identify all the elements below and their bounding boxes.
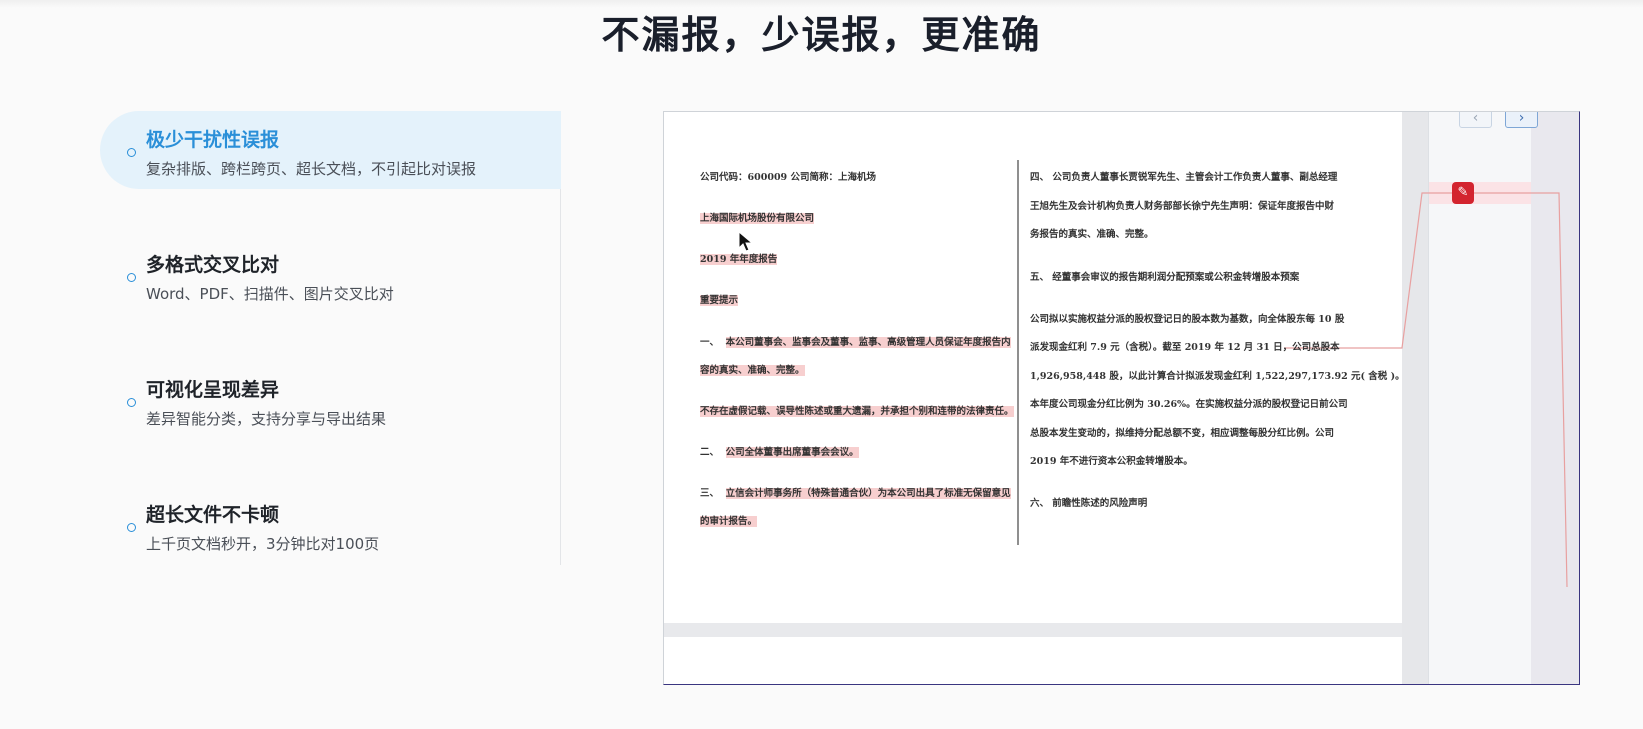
- panel-scrollbar[interactable]: [1531, 112, 1579, 684]
- doc-section-heading: 五、 经董事会审议的报告期利润分配预案或公积金转增股本预案: [1030, 272, 1300, 283]
- pencil-icon[interactable]: ✎: [1452, 182, 1474, 204]
- doc-text-line: 务报告的真实、准确、完整。: [1030, 229, 1154, 240]
- doc-section-heading: 六、 前瞻性陈述的风险声明: [1030, 498, 1148, 509]
- doc-company-name: 上海国际机场股份有限公司: [700, 213, 815, 224]
- doc-item-number: 四、: [1030, 172, 1050, 183]
- document-scrollbar[interactable]: [1402, 112, 1428, 684]
- doc-text-line: 公司负责人董事长贾锐军先生、主管会计工作负责人董事、副总经理: [1052, 172, 1338, 183]
- doc-text-line: 派发现金红利 7.9 元（含税）。截至 2019 年 12 月 31 日，公司总…: [1030, 342, 1340, 353]
- feature-desc: 上千页文档秒开，3分钟比对100页: [146, 535, 380, 553]
- doc-text-line: 本年度公司现金分红比例为 30.26%。在实施权益分派的股权登记日前公司: [1030, 399, 1348, 410]
- feature-desc: 复杂排版、跨栏跨页、超长文档，不引起比对误报: [146, 160, 477, 178]
- doc-text-line: 容的真实、准确、完整。: [700, 365, 805, 376]
- diff-highlight-row[interactable]: [1429, 182, 1531, 204]
- doc-text-line: 公司拟以实施权益分派的股权登记日的股本数为基数，向全体股东每 10 股: [1030, 314, 1345, 325]
- circle-bullet-icon: [127, 398, 136, 407]
- feature-desc: 差异智能分类，支持分享与导出结果: [146, 410, 387, 428]
- page-title: 不漏报，少误报，更准确: [601, 13, 1042, 57]
- feature-title: 极少干扰性误报: [146, 129, 280, 151]
- feature-item-visualize[interactable]: 可视化呈现差异 差异智能分类，支持分享与导出结果: [100, 361, 561, 439]
- feature-item-low-false-positive[interactable]: 极少干扰性误报 复杂排版、跨栏跨页、超长文档，不引起比对误报: [100, 111, 561, 189]
- next-document-page: [664, 637, 1402, 684]
- doc-text-line: 本公司董事会、监事会及董事、监事、高级管理人员保证年度报告内: [725, 337, 1011, 348]
- feature-item-long-file[interactable]: 超长文件不卡顿 上千页文档秒开，3分钟比对100页: [100, 486, 561, 564]
- doc-header: 公司代码：600009 公司简称：上海机场: [700, 172, 876, 183]
- circle-bullet-icon: [127, 273, 136, 282]
- comparison-viewer: ‹ › ✎ 公司代码：600009 公司简称：上海机场 上海国际机场股份有限公司…: [663, 111, 1580, 685]
- feature-title: 可视化呈现差异: [146, 379, 280, 401]
- feature-item-multi-format[interactable]: 多格式交叉比对 Word、PDF、扫描件、图片交叉比对: [100, 236, 561, 314]
- doc-text-line: 不存在虚假记载、误导性陈述或重大遗漏，并承担个别和连带的法律责任。: [700, 406, 1014, 417]
- doc-notice: 重要提示: [700, 295, 739, 306]
- mouse-cursor-icon: [738, 231, 754, 252]
- doc-text-line: 王旭先生及会计机构负责人财务部部长徐宁先生声明：保证年度报告中财: [1030, 201, 1335, 212]
- doc-text-line: 立信会计师事务所（特殊普通合伙）为本公司出具了标准无保留意见: [725, 488, 1011, 499]
- doc-text-line: 总股本发生变动的，拟维持分配总额不变，相应调整每股分红比例。公司: [1030, 428, 1335, 439]
- page-gap: [664, 623, 1402, 637]
- doc-text-line: 1,926,958,448 股，以此计算合计拟派发现金红利 1,522,297,…: [1030, 371, 1405, 382]
- feature-title: 多格式交叉比对: [146, 254, 280, 276]
- circle-bullet-icon: [127, 148, 136, 157]
- feature-title: 超长文件不卡顿: [146, 504, 280, 526]
- doc-text-line: 的审计报告。: [700, 516, 758, 527]
- chevron-right-icon[interactable]: ›: [1505, 112, 1538, 128]
- chevron-left-icon[interactable]: ‹: [1459, 112, 1492, 128]
- doc-item-number: 三、: [700, 488, 720, 499]
- circle-bullet-icon: [127, 523, 136, 532]
- doc-item-number: 一、: [700, 337, 720, 348]
- doc-item-number: 二、: [700, 447, 720, 458]
- feature-desc: Word、PDF、扫描件、图片交叉比对: [146, 285, 394, 303]
- feature-list: 极少干扰性误报 复杂排版、跨栏跨页、超长文档，不引起比对误报 多格式交叉比对 W…: [100, 111, 561, 565]
- doc-text-line: 公司全体董事出席董事会会议。: [725, 447, 859, 458]
- doc-report-title: 2019 年年度报告: [700, 254, 778, 265]
- column-separator: [1017, 160, 1019, 545]
- doc-text-line: 2019 年不进行资本公积金转增股本。: [1030, 456, 1193, 467]
